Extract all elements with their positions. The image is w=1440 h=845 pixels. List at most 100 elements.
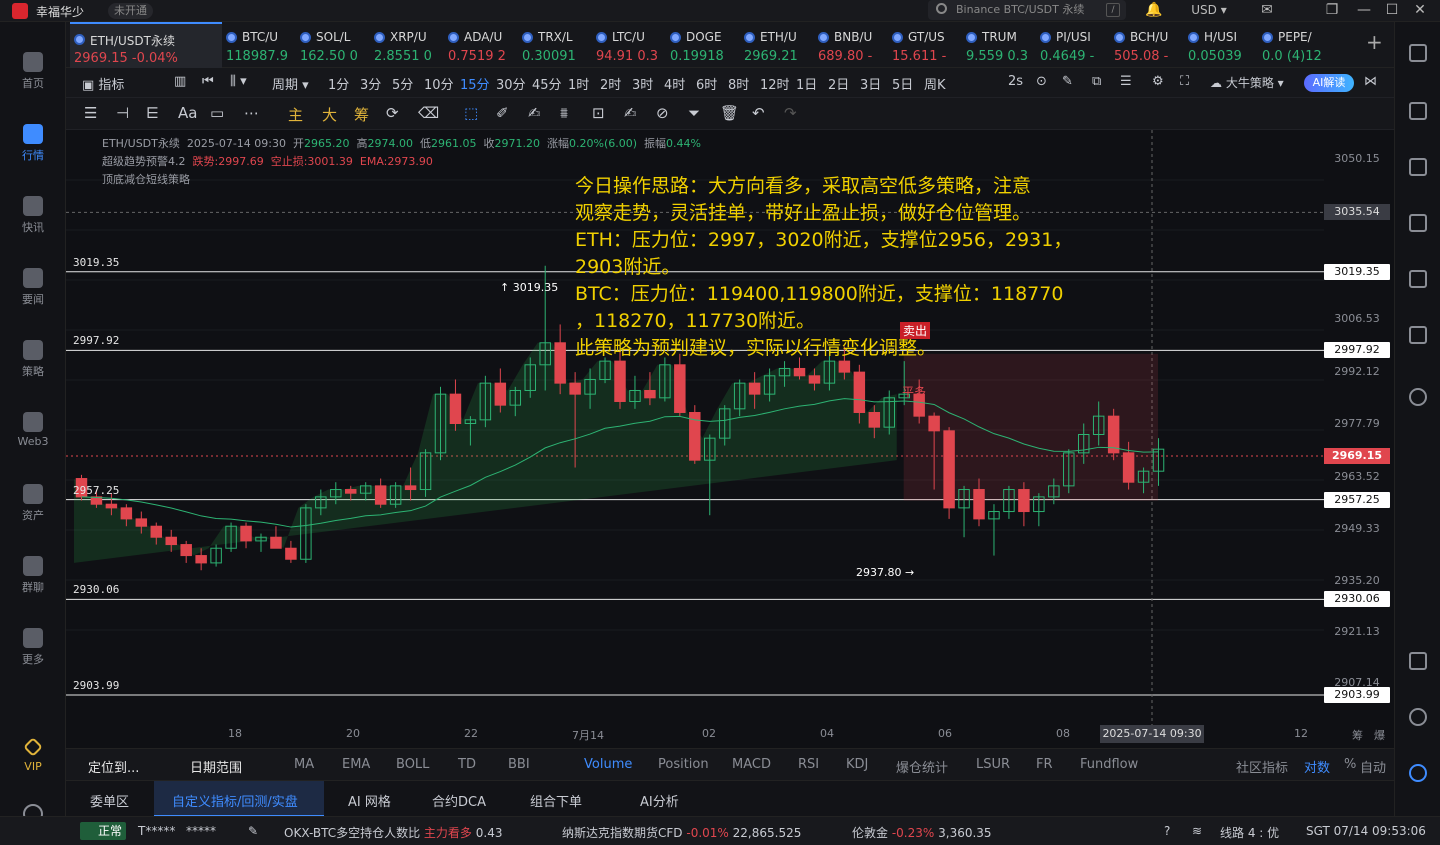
locate-button[interactable]: 定位到... <box>88 757 139 776</box>
pattern-icon[interactable]: ⩩ <box>560 104 568 122</box>
lock-icon[interactable]: ⊡ <box>592 104 605 122</box>
sidebar-item-home[interactable]: 首页 <box>0 52 66 91</box>
strategy-select[interactable]: ☁ 大牛策略 ▾ <box>1210 74 1284 91</box>
indicator-option[interactable]: KDJ <box>846 757 868 772</box>
timeframe-option[interactable]: 4时 <box>664 74 685 93</box>
filter-icon[interactable]: ⏷ <box>688 104 700 122</box>
sidebar-item-more[interactable]: 更多 <box>0 628 66 667</box>
ticker-gold[interactable]: 伦敦金 -0.23% 3,360.35 <box>852 824 992 841</box>
bar-chart-icon[interactable] <box>1409 270 1427 288</box>
big-order-button[interactable]: 大 <box>322 104 337 125</box>
ticker-tab[interactable]: ADA/U 0.7519 2 <box>444 22 518 68</box>
ai-interpret-button[interactable]: AI解读 <box>1304 74 1354 92</box>
timeframe-option[interactable]: 1日 <box>796 74 817 93</box>
refresh-icon[interactable] <box>1409 388 1427 406</box>
analytics-icon[interactable] <box>1409 214 1427 232</box>
indicator-option[interactable]: LSUR <box>976 757 1010 772</box>
ticker-nasdaq[interactable]: 纳斯达克指数期货CFD -0.01% 22,865.525 <box>562 824 801 841</box>
mail-icon[interactable]: ✉ <box>1256 0 1278 20</box>
refresh-interval[interactable]: 2s <box>1008 74 1023 89</box>
minimize-icon[interactable]: — <box>1354 0 1374 20</box>
bottom-tab[interactable]: AI 网格 <box>348 791 391 810</box>
timeframe-option[interactable]: 12时 <box>760 74 790 93</box>
magnet-icon[interactable]: ⊘ <box>656 104 669 122</box>
sidebar-item-flash[interactable]: 快讯 <box>0 196 66 235</box>
ticker-tab[interactable]: DOGE 0.19918 <box>666 22 740 68</box>
indicator-option[interactable]: 爆仓统计 <box>896 757 948 776</box>
timeframe-option[interactable]: 10分 <box>424 74 454 93</box>
share-icon[interactable]: ⋈ <box>1364 74 1377 89</box>
timeframe-option[interactable]: 3日 <box>860 74 881 93</box>
timeframe-option[interactable]: 1分 <box>328 74 349 93</box>
candle-type-icon[interactable]: ⫼ ▾ <box>230 74 247 89</box>
bottom-tab[interactable]: AI分析 <box>640 791 679 810</box>
restore-window-icon[interactable]: ❐ <box>1322 0 1342 20</box>
add-tab-icon[interactable]: + <box>1366 30 1383 54</box>
indicator-option[interactable]: MA <box>294 757 314 772</box>
close-icon[interactable]: ✕ <box>1410 0 1430 20</box>
sidebar-item-strategy[interactable]: 策略 <box>0 340 66 379</box>
timeframe-option[interactable]: 5分 <box>392 74 413 93</box>
indicator-option[interactable]: MACD <box>732 757 771 772</box>
headset-icon[interactable] <box>1409 708 1427 726</box>
ticker-tab[interactable]: ETH/U 2969.21 <box>740 22 814 68</box>
candlestick-chart[interactable]: ETH/USDT永续 2025-07-14 09:30 开2965.20 高29… <box>66 130 1394 743</box>
horizontal-line-icon[interactable]: ⊣ <box>116 104 129 122</box>
ticker-tab[interactable]: TRX/L 0.30091 <box>518 22 592 68</box>
help-icon[interactable]: ? <box>1164 824 1170 838</box>
timeframe-option[interactable]: 2日 <box>828 74 849 93</box>
eraser-icon[interactable]: ⌫ <box>418 104 439 122</box>
indicator-option[interactable]: TD <box>458 757 476 772</box>
timeframe-option[interactable]: 6时 <box>696 74 717 93</box>
sidebar-item-assets[interactable]: 资产 <box>0 484 66 523</box>
lines-icon[interactable]: ☰ <box>84 104 97 122</box>
timeframe-option[interactable]: 30分 <box>496 74 526 93</box>
search-input[interactable]: Binance BTC/USDT 永续 / <box>928 0 1126 20</box>
indicator-option[interactable]: EMA <box>342 757 370 772</box>
axis-option[interactable]: % <box>1344 757 1356 772</box>
ticker-tab[interactable]: XRP/U 2.8551 0 <box>370 22 444 68</box>
list-icon[interactable]: ☰ <box>1120 74 1132 89</box>
trend-lines-icon[interactable]: ⋿ <box>146 104 159 122</box>
indicator-option[interactable]: Fundflow <box>1080 757 1138 772</box>
chip-button[interactable]: 筹 <box>354 104 369 125</box>
pen-icon[interactable]: ✐ <box>496 104 509 122</box>
timeframe-option[interactable]: 3时 <box>632 74 653 93</box>
assistant-icon[interactable] <box>1409 764 1427 782</box>
undo-icon[interactable]: ↶ <box>752 104 765 122</box>
ticker-tab[interactable]: BTC/U 118987.9 <box>222 22 296 68</box>
notes-icon[interactable]: ✍ <box>624 104 637 122</box>
sidebar-item-web3[interactable]: Web3 <box>0 412 66 448</box>
ticker-tab[interactable]: TRUM 9.559 0.3 <box>962 22 1036 68</box>
timeframe-option[interactable]: 3分 <box>360 74 381 93</box>
sidebar-item-market[interactable]: 行情 <box>0 124 66 163</box>
network-line[interactable]: 线路 4 : 优 <box>1220 824 1279 841</box>
sidebar-item-headlines[interactable]: 要闻 <box>0 268 66 307</box>
timeframe-option[interactable]: 1时 <box>568 74 589 93</box>
period-select[interactable]: 周期 ▾ <box>272 74 309 93</box>
more-tools-icon[interactable]: ⋯ <box>244 104 259 122</box>
timeframe-option[interactable]: 15分 <box>460 74 490 93</box>
bottom-tab[interactable]: 合约DCA <box>432 791 486 810</box>
indicator-option[interactable]: RSI <box>798 757 819 772</box>
ticker-okx[interactable]: OKX-BTC多空持仓人数比 主力看多 0.43 <box>284 824 502 841</box>
window-icon[interactable]: ⧉ <box>1092 74 1101 89</box>
camera-icon[interactable]: ⊙ <box>1036 74 1047 89</box>
timeframe-option[interactable]: 2时 <box>600 74 621 93</box>
ticker-tab[interactable]: H/USI 0.05039 <box>1184 22 1258 68</box>
indicator-button[interactable]: ▣ 指标 <box>82 74 124 93</box>
fullscreen-icon[interactable]: ⛶ <box>1180 74 1189 89</box>
ticker-tab[interactable]: GT/US 15.611 - <box>888 22 962 68</box>
ticker-tab[interactable]: LTC/U 94.91 0.3 <box>592 22 666 68</box>
bottom-tab[interactable]: 委单区 <box>90 791 129 810</box>
axis-option[interactable]: 社区指标 <box>1236 757 1288 776</box>
rewind-icon[interactable]: ⏮ <box>202 74 214 89</box>
bottom-tab[interactable]: 组合下单 <box>530 791 582 810</box>
brush-icon[interactable]: ✍ <box>528 104 541 122</box>
account-badge[interactable]: 未开通 <box>108 3 153 19</box>
timeframe-option[interactable]: 周K <box>924 74 946 93</box>
indicator-option[interactable]: BBI <box>508 757 530 772</box>
redo-icon[interactable]: ↷ <box>784 104 797 122</box>
text-tool-icon[interactable]: Aa <box>178 104 197 122</box>
layout-grid-icon[interactable] <box>1409 44 1427 62</box>
